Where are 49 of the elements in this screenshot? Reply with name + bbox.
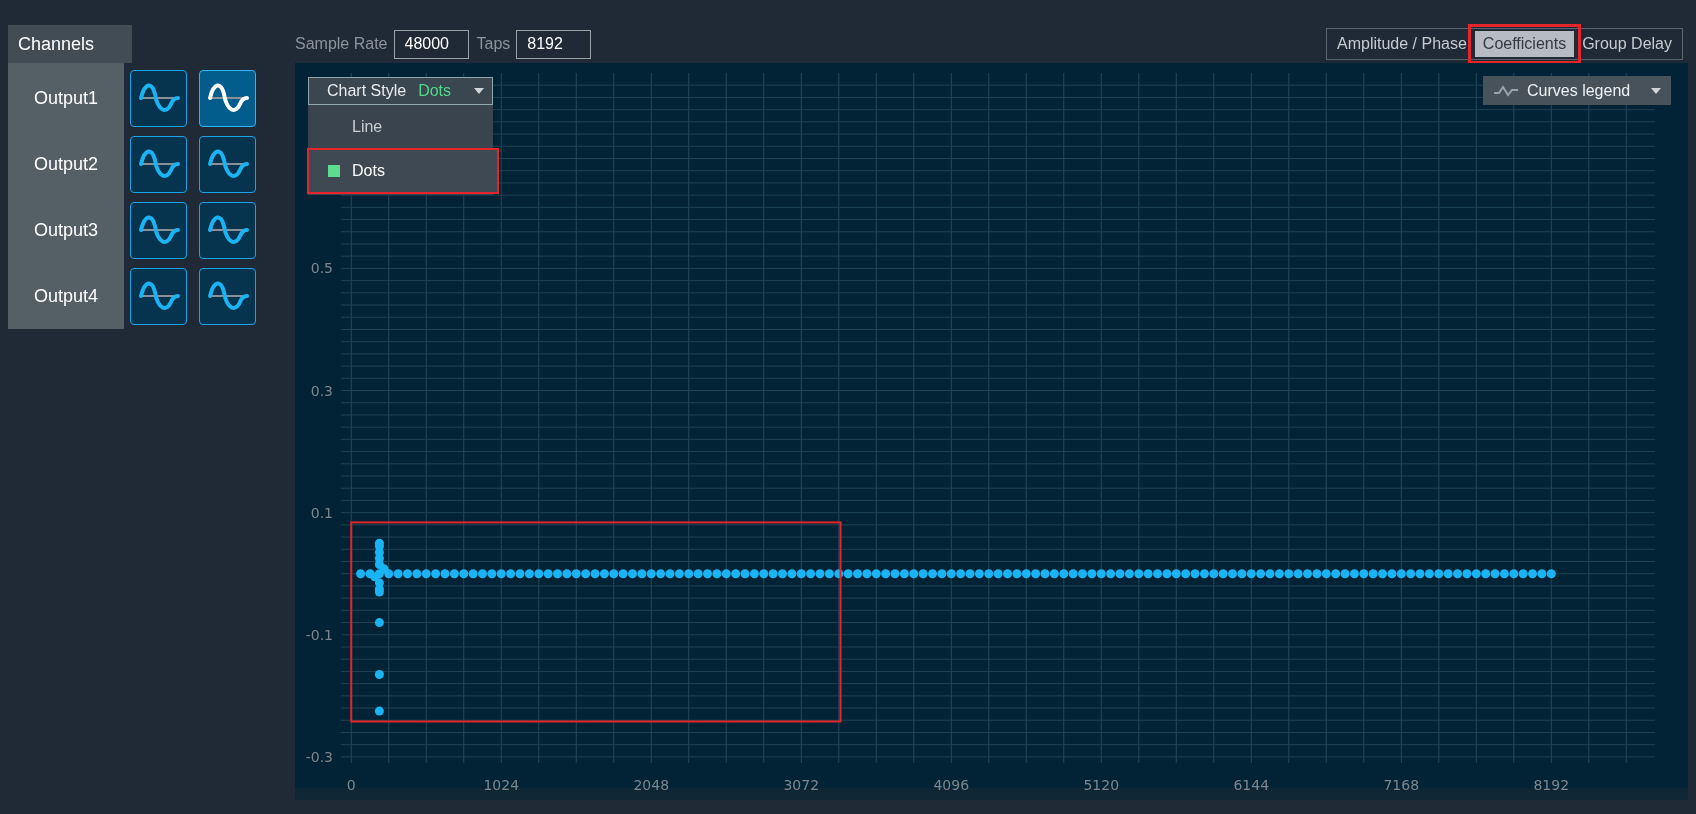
waveform-button[interactable] <box>199 201 256 259</box>
y-tick-label: 0.1 <box>310 504 333 521</box>
waveform-button[interactable] <box>199 69 256 127</box>
waveform-button[interactable] <box>130 69 187 127</box>
y-tick-label: -0.3 <box>305 748 333 765</box>
x-tick-label: 1024 <box>483 777 520 793</box>
view-tab[interactable]: Amplitude / Phase <box>1329 31 1475 57</box>
sine-wave-icon <box>205 214 250 246</box>
y-tick-label: 0.3 <box>310 382 333 399</box>
menu-option[interactable]: Dots <box>308 149 498 193</box>
curves-legend-dropdown[interactable]: Curves legend <box>1483 76 1671 105</box>
caret-icon <box>474 88 484 94</box>
waveform-button[interactable] <box>199 135 256 193</box>
channel-label: Output3 <box>32 218 99 242</box>
selected-indicator-icon <box>328 165 340 177</box>
x-tick-label: 2048 <box>633 777 670 793</box>
x-tick-label: 0 <box>346 777 356 793</box>
sine-wave-icon <box>136 214 181 246</box>
sine-wave-icon <box>136 280 181 312</box>
sample-rate-label: Sample Rate <box>295 35 388 53</box>
y-tick-label: 0.5 <box>310 260 333 277</box>
x-tick-label: 3072 <box>783 777 820 793</box>
panel-title: Channels <box>8 25 132 63</box>
caret-icon <box>1651 87 1661 94</box>
x-tick-label: 6144 <box>1233 777 1270 793</box>
sine-wave-icon <box>205 280 250 312</box>
chart-style-dropdown[interactable]: Chart Style Dots <box>308 77 493 105</box>
x-tick-label: 5120 <box>1083 777 1120 793</box>
waveform-button[interactable] <box>130 135 187 193</box>
waveform-button[interactable] <box>130 267 187 325</box>
sample-rate-field[interactable]: 48000 <box>393 29 469 59</box>
taps-field[interactable]: 8192 <box>516 29 592 59</box>
channel-label: Output4 <box>32 284 99 308</box>
x-tick-label: 7168 <box>1383 777 1420 793</box>
x-tick-label: 8192 <box>1533 777 1570 793</box>
menu-option[interactable]: Line <box>308 105 493 149</box>
channel-label: Output2 <box>32 152 99 176</box>
waveform-button[interactable] <box>130 201 187 259</box>
sine-wave-icon <box>205 148 250 180</box>
channel-label: Output1 <box>32 86 99 110</box>
sine-wave-icon <box>136 148 181 180</box>
waveform-button[interactable] <box>199 267 256 325</box>
sine-wave-icon <box>205 82 250 114</box>
sine-wave-icon <box>136 82 181 114</box>
x-tick-label: 4096 <box>933 777 970 793</box>
y-tick-label: -0.1 <box>305 626 333 643</box>
view-tab[interactable]: Group Delay <box>1574 31 1680 57</box>
taps-label: Taps <box>476 35 511 53</box>
wave-icon <box>1493 84 1519 97</box>
